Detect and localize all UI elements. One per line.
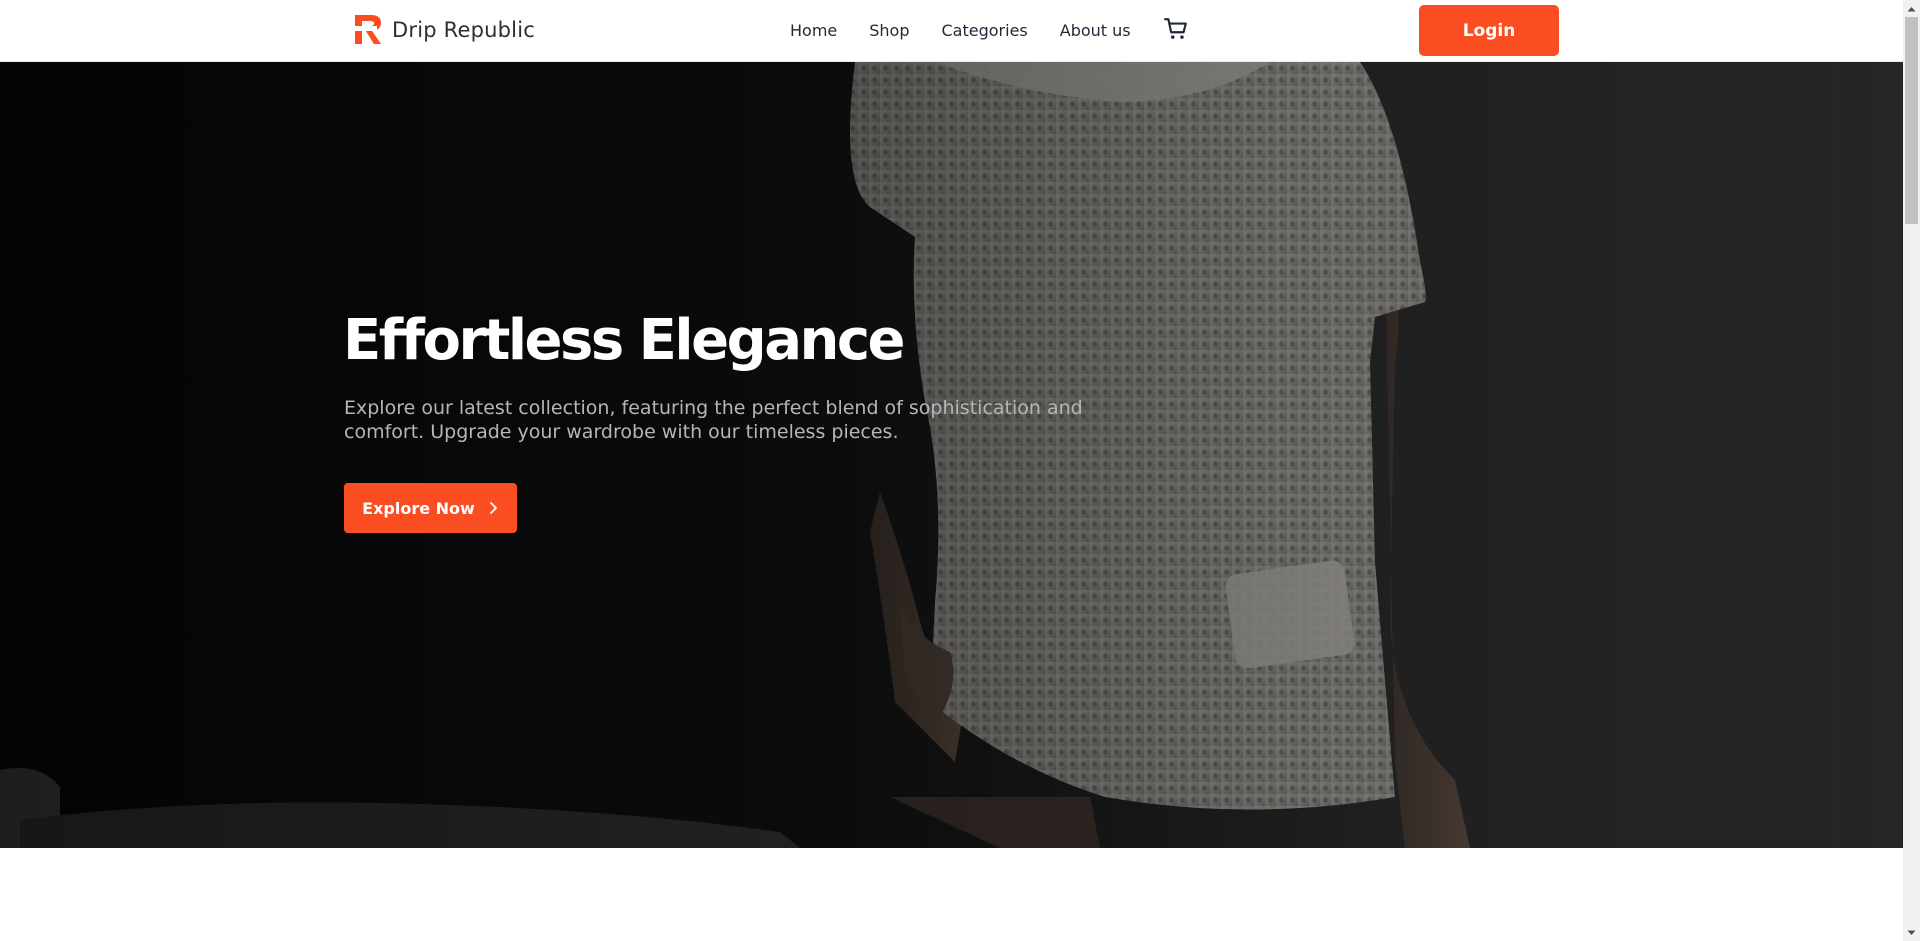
brand-name: Drip Republic	[392, 17, 535, 42]
scroll-down-arrow-icon[interactable]	[1903, 924, 1920, 941]
hero-title: Effortless Elegance	[343, 308, 906, 373]
scrollbar-thumb[interactable]	[1905, 17, 1918, 224]
nav-home[interactable]: Home	[790, 21, 837, 40]
chevron-right-icon	[489, 502, 497, 514]
hero-section: Effortless Elegance Explore our latest c…	[0, 62, 1903, 848]
site-header: Drip Republic Home Shop Categories About…	[0, 0, 1903, 62]
shopping-cart-icon[interactable]	[1163, 16, 1189, 42]
brand-logo-link[interactable]: Drip Republic	[353, 13, 535, 46]
page-scrollbar[interactable]	[1903, 0, 1920, 941]
hero-overlay	[0, 62, 1903, 848]
nav-about-us[interactable]: About us	[1060, 21, 1131, 40]
scroll-up-arrow-icon[interactable]	[1903, 0, 1920, 17]
hero-subtitle: Explore our latest collection, featuring…	[344, 397, 1083, 443]
login-button[interactable]: Login	[1419, 5, 1559, 56]
nav-categories[interactable]: Categories	[942, 21, 1028, 40]
explore-now-button[interactable]: Explore Now	[344, 483, 517, 533]
main-nav: Home Shop Categories About us	[790, 16, 1189, 42]
explore-now-label: Explore Now	[362, 498, 475, 518]
brand-logo-icon	[355, 15, 381, 44]
nav-shop[interactable]: Shop	[869, 21, 909, 40]
